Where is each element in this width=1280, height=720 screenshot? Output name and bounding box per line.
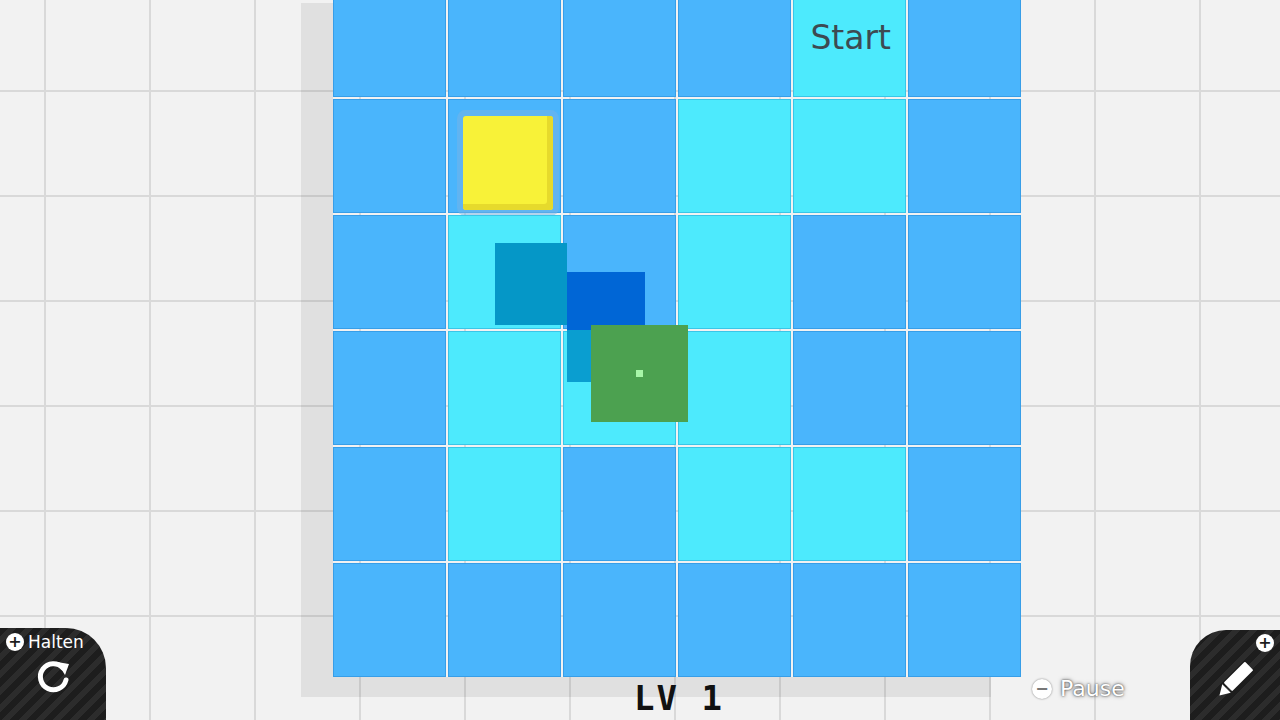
shadow: [567, 272, 645, 330]
board-tile[interactable]: [908, 215, 1021, 329]
board-tile[interactable]: [333, 99, 446, 213]
board: Start: [333, 0, 1023, 677]
board-tile[interactable]: [563, 563, 676, 677]
board-tile[interactable]: [793, 99, 906, 213]
hold-button[interactable]: +Halten: [0, 628, 106, 720]
start-label: Start: [810, 18, 891, 57]
plus-icon: +: [1256, 634, 1274, 652]
yellow-block[interactable]: [463, 116, 553, 210]
board-tile[interactable]: [333, 0, 446, 97]
board-tile[interactable]: [678, 215, 791, 329]
board-tile[interactable]: [448, 99, 561, 213]
board-tile[interactable]: [678, 447, 791, 561]
edit-button[interactable]: +: [1190, 630, 1280, 720]
board-tile[interactable]: [448, 563, 561, 677]
board-tile[interactable]: [678, 99, 791, 213]
hold-label: Halten: [28, 632, 84, 652]
board-tile[interactable]: [333, 447, 446, 561]
board-tile[interactable]: [793, 331, 906, 445]
board-tile[interactable]: [448, 331, 561, 445]
board-tile[interactable]: [333, 563, 446, 677]
board-tile[interactable]: [678, 0, 791, 97]
minus-icon: −: [1032, 679, 1052, 699]
board-tile[interactable]: [908, 0, 1021, 97]
board-tile[interactable]: Start: [793, 0, 906, 97]
board-tile[interactable]: [448, 447, 561, 561]
board-tile[interactable]: [563, 0, 676, 97]
board-tile[interactable]: [908, 447, 1021, 561]
pencil-icon: [1211, 656, 1259, 704]
board-tile[interactable]: [678, 331, 791, 445]
plus-icon: +: [6, 633, 24, 651]
pause-button[interactable]: −Pause: [1032, 676, 1125, 701]
board-tile[interactable]: [563, 447, 676, 561]
game-screen: Start+HaltenLV 1−Pause+: [0, 0, 1280, 720]
board-tile[interactable]: [908, 331, 1021, 445]
board-tile[interactable]: [793, 447, 906, 561]
board-tile[interactable]: [678, 563, 791, 677]
shadow: [567, 330, 591, 382]
board-tile[interactable]: [908, 563, 1021, 677]
player-square[interactable]: [591, 325, 688, 422]
shadow: [495, 243, 567, 325]
board-tile[interactable]: [793, 563, 906, 677]
board-tile[interactable]: [333, 215, 446, 329]
board-tile[interactable]: [563, 99, 676, 213]
pause-label: Pause: [1060, 676, 1125, 701]
board-tile[interactable]: [333, 331, 446, 445]
player-dot: [636, 370, 643, 377]
level-label: LV 1: [634, 678, 724, 718]
rotate-icon: [33, 656, 73, 696]
board-tile[interactable]: [793, 215, 906, 329]
board-tile[interactable]: [908, 99, 1021, 213]
board-tile[interactable]: [448, 0, 561, 97]
